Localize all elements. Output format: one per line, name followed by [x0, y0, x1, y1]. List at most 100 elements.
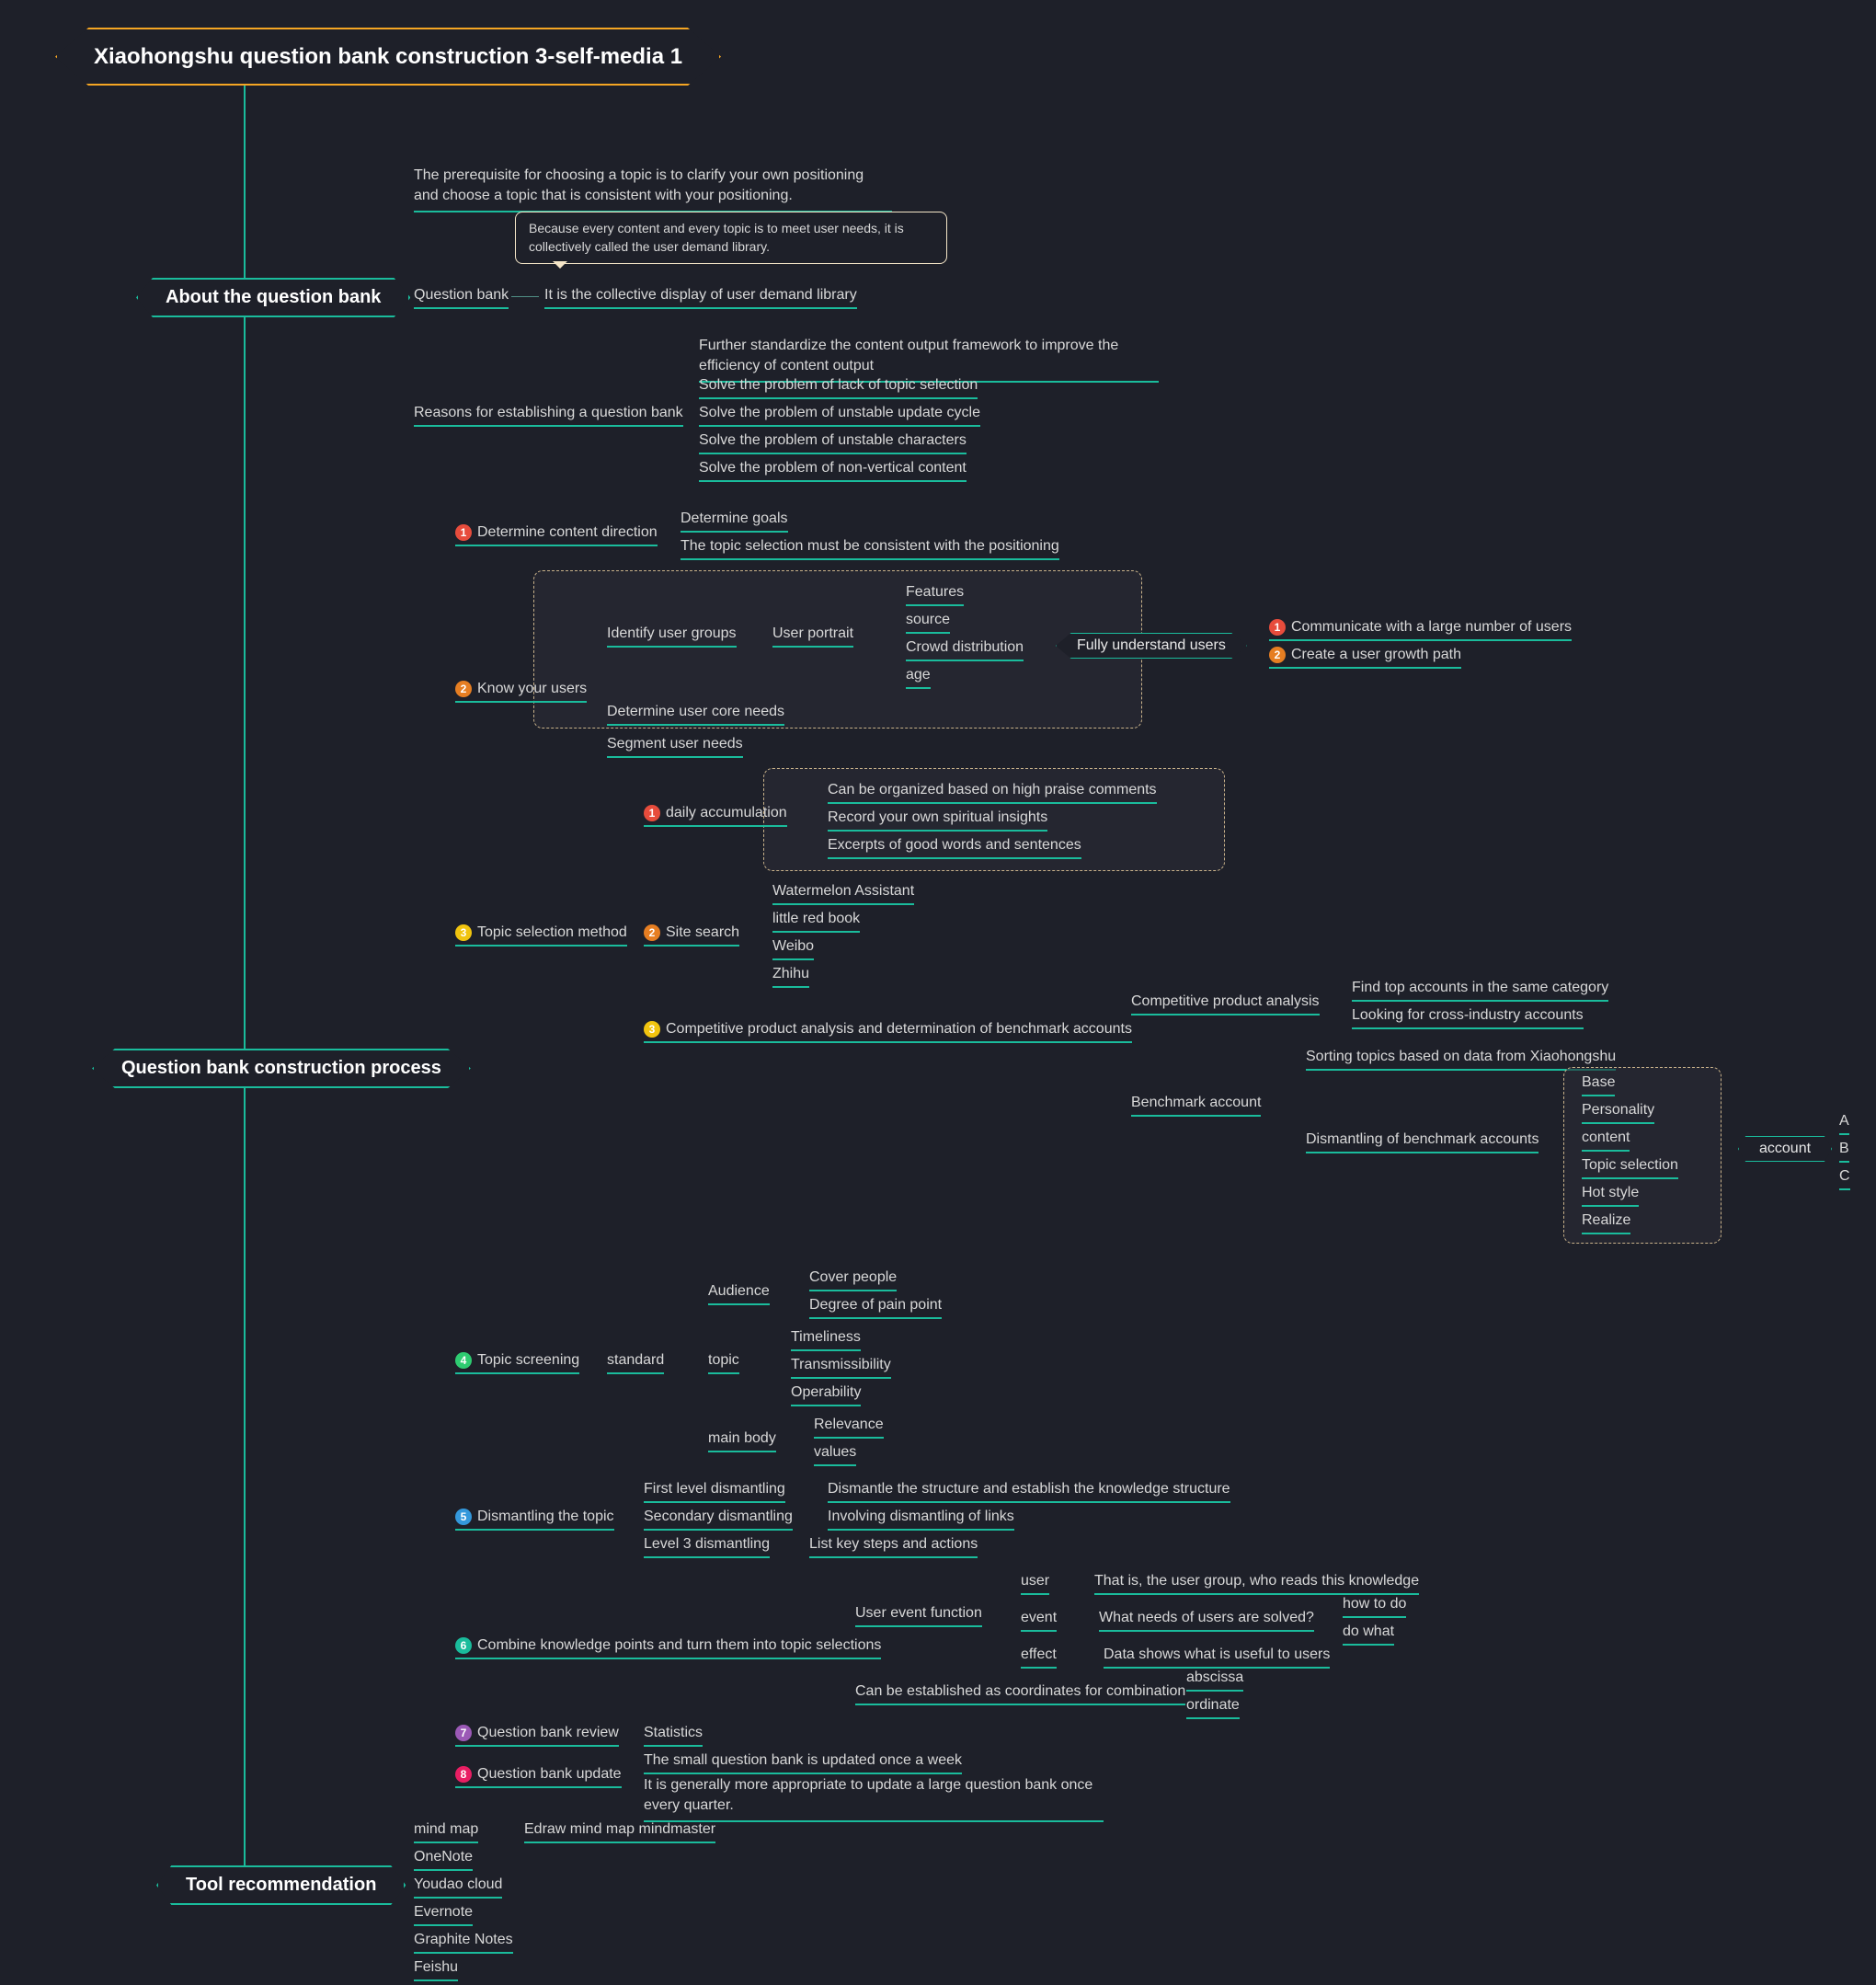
s2-core: Determine user core needs	[607, 704, 784, 726]
branch-process-label: Question bank construction process	[121, 1058, 441, 1078]
s6-c1: ordinate	[1186, 1697, 1240, 1719]
qbank-desc: It is the collective display of user dem…	[544, 287, 857, 309]
s5-l1[interactable]: First level dismantling	[644, 1481, 785, 1503]
branch-tools[interactable]: Tool recommendation	[156, 1865, 406, 1905]
reasons-label[interactable]: Reasons for establishing a question bank	[414, 405, 683, 427]
branch-about-label: About the question bank	[166, 287, 381, 307]
root-title[interactable]: Xiaohongshu question bank construction 3…	[55, 28, 721, 86]
s2-p3: age	[906, 667, 931, 689]
tool-4: Feishu	[414, 1959, 458, 1981]
badge-6: 6	[455, 1637, 472, 1654]
s4-std[interactable]: standard	[607, 1352, 664, 1374]
s6-effect[interactable]: effect	[1021, 1647, 1057, 1669]
s8-label: Question bank update	[477, 1766, 622, 1782]
s3-s2: Weibo	[772, 938, 814, 960]
s4-aud[interactable]: Audience	[708, 1283, 770, 1305]
s3-d2: Excerpts of good words and sentences	[828, 837, 1081, 859]
s3-d0: Can be organized based on high praise co…	[828, 782, 1157, 804]
s8[interactable]: 8 Question bank update	[455, 1766, 622, 1788]
s2-segment: Segment user needs	[607, 736, 743, 758]
branch-about[interactable]: About the question bank	[136, 278, 410, 317]
s6-effectd: Data shows what is useful to users	[1104, 1647, 1330, 1669]
root-title-text: Xiaohongshu question bank construction 3…	[94, 44, 682, 69]
tool-3: Graphite Notes	[414, 1932, 513, 1954]
s2-portrait[interactable]: User portrait	[772, 625, 853, 648]
s4-main[interactable]: main body	[708, 1430, 776, 1452]
s5-l2d: Involving dismantling of links	[828, 1509, 1014, 1531]
acc-c: C	[1839, 1168, 1850, 1190]
s3-daily[interactable]: 1daily accumulation	[644, 805, 787, 827]
s3-di0: Base	[1582, 1074, 1615, 1096]
s6-e1: do what	[1343, 1624, 1394, 1646]
s3[interactable]: 3Topic selection method	[455, 924, 627, 947]
s2-identify[interactable]: Identify user groups	[607, 625, 737, 648]
s4-label: Topic screening	[477, 1352, 579, 1368]
s4-a1: Degree of pain point	[809, 1297, 942, 1319]
s4-topic[interactable]: topic	[708, 1352, 739, 1374]
tool-mm[interactable]: mind map	[414, 1821, 478, 1843]
s6-event[interactable]: event	[1021, 1610, 1057, 1632]
s8-0: The small question bank is updated once …	[644, 1752, 962, 1774]
branch-tools-label: Tool recommendation	[186, 1875, 376, 1895]
conn	[511, 296, 539, 297]
s3-s0: Watermelon Assistant	[772, 883, 914, 905]
s6-uef[interactable]: User event function	[855, 1605, 982, 1627]
s2-p2: Crowd distribution	[906, 639, 1024, 661]
s6-user[interactable]: user	[1021, 1573, 1049, 1595]
branch-process[interactable]: Question bank construction process	[92, 1049, 471, 1088]
s3-di3: Topic selection	[1582, 1157, 1678, 1179]
s7-stat: Statistics	[644, 1725, 703, 1747]
s3-d1: Record your own spiritual insights	[828, 809, 1047, 832]
s3-site[interactable]: 2Site search	[644, 924, 739, 947]
badge-5: 5	[455, 1509, 472, 1525]
s6[interactable]: 6Combine knowledge points and turn them …	[455, 1637, 881, 1659]
s3-cpa0: Find top accounts in the same category	[1352, 980, 1608, 1002]
s5-l1d: Dismantle the structure and establish th…	[828, 1481, 1230, 1503]
badge-4: 4	[455, 1352, 472, 1369]
s3-cpa[interactable]: Competitive product analysis	[1131, 993, 1320, 1015]
about-prereq: The prerequisite for choosing a topic is…	[414, 166, 892, 212]
account-label: account	[1759, 1141, 1811, 1156]
s4-m0: Relevance	[814, 1417, 884, 1439]
tool-mmd: Edraw mind map mindmaster	[524, 1821, 715, 1843]
s5-l2[interactable]: Secondary dismantling	[644, 1509, 793, 1531]
s5-l3d: List key steps and actions	[809, 1536, 978, 1558]
fully-hex[interactable]: Fully understand users	[1056, 633, 1247, 659]
s2[interactable]: 2Know your users	[455, 681, 587, 703]
s8-1: It is generally more appropriate to upda…	[644, 1775, 1104, 1822]
badge-8: 8	[455, 1766, 472, 1783]
s7[interactable]: 7Question bank review	[455, 1725, 619, 1747]
badge-1c: 1	[644, 805, 660, 821]
s3-s1: little red book	[772, 911, 860, 933]
s6-coords[interactable]: Can be established as coordinates for co…	[855, 1683, 1185, 1705]
s2-label: Know your users	[477, 681, 587, 696]
s3-di2: content	[1582, 1130, 1630, 1152]
s5-l3[interactable]: Level 3 dismantling	[644, 1536, 770, 1558]
s4[interactable]: 4 Topic screening	[455, 1352, 579, 1374]
account-hex[interactable]: account	[1738, 1136, 1832, 1162]
tool-2: Evernote	[414, 1904, 473, 1926]
fully-label: Fully understand users	[1077, 637, 1226, 653]
s1[interactable]: 1Determine content direction	[455, 524, 658, 546]
s3-di1: Personality	[1582, 1102, 1654, 1124]
s3-comp[interactable]: 3Competitive product analysis and determ…	[644, 1021, 1132, 1043]
badge-1b: 1	[1269, 619, 1286, 636]
s4-t0: Timeliness	[791, 1329, 861, 1351]
reason-2: Solve the problem of unstable update cyc…	[699, 405, 980, 427]
s6-userd: That is, the user group, who reads this …	[1094, 1573, 1419, 1595]
s2-p1: source	[906, 612, 950, 634]
mindmap-canvas: Xiaohongshu question bank construction 3…	[0, 0, 1876, 1985]
acc-a: A	[1839, 1113, 1849, 1135]
badge-2c: 2	[644, 924, 660, 941]
reason-4: Solve the problem of non-vertical conten…	[699, 460, 967, 482]
s3-di4: Hot style	[1582, 1185, 1639, 1207]
s3-b1[interactable]: Dismantling of benchmark accounts	[1306, 1131, 1539, 1153]
s5[interactable]: 5Dismantling the topic	[455, 1509, 614, 1531]
s4-t2: Operability	[791, 1384, 861, 1406]
s3-bench[interactable]: Benchmark account	[1131, 1095, 1261, 1117]
s6-c0: abscissa	[1186, 1669, 1243, 1692]
badge-7: 7	[455, 1725, 472, 1741]
qbank-label[interactable]: Question bank	[414, 287, 509, 309]
fu0: 1Communicate with a large number of user…	[1269, 619, 1572, 641]
s2-p0: Features	[906, 584, 964, 606]
